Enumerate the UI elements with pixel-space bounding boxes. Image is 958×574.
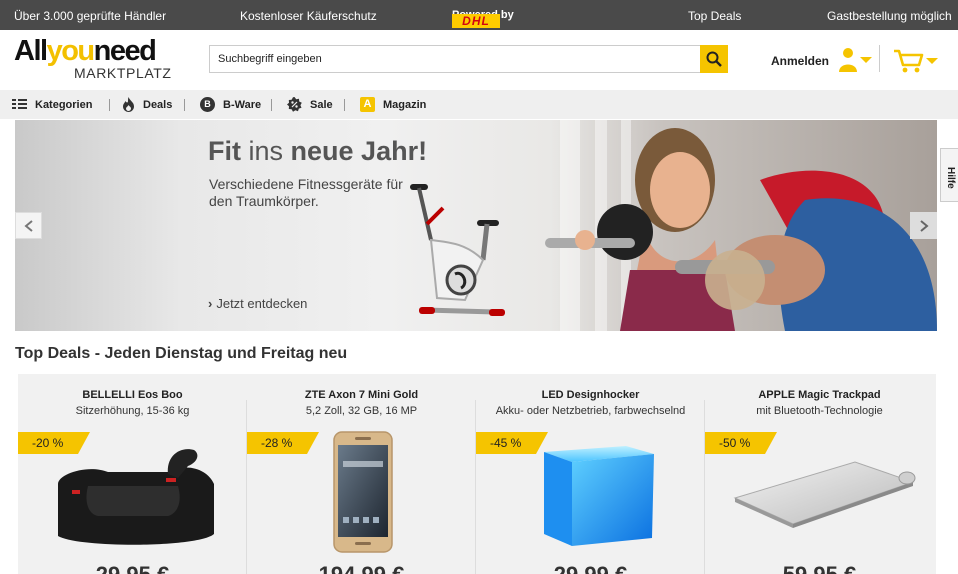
powered-by-dhl: Powered by DHL	[452, 5, 514, 29]
led-cube-image	[544, 446, 654, 546]
nav-sale[interactable]: Sale	[287, 90, 333, 119]
login-link[interactable]: Anmelden	[771, 54, 829, 68]
nav-categories[interactable]: Kategorien	[12, 90, 92, 119]
deal-description: 5,2 Zoll, 32 GB, 16 MP	[305, 405, 418, 417]
nav-deals-label: Deals	[143, 98, 173, 111]
user-icon	[839, 48, 872, 72]
deal-name: APPLE Magic Trackpad	[758, 389, 881, 401]
deal-price: 194,99 €	[247, 562, 476, 574]
deal-description: Akku- oder Netzbetrieb, farbwechselnd	[495, 405, 686, 417]
help-label: Hilfe	[945, 167, 956, 189]
nav-magazine[interactable]: A Magazin	[360, 90, 426, 119]
banner-subtitle: Verschiedene Fitnessgeräte für den Traum…	[209, 176, 403, 209]
discount-badge: -28 %	[247, 432, 319, 454]
deal-card[interactable]: ZTE Axon 7 Mini Gold 5,2 Zoll, 32 GB, 16…	[247, 374, 476, 574]
menu-grid-icon	[12, 99, 27, 110]
deal-price: 59,95 €	[705, 562, 934, 574]
top-deals-grid: BELLELLI Eos Boo Sitzerhöhung, 15-36 kg …	[18, 374, 936, 574]
dhl-logo: DHL	[452, 14, 500, 28]
discount-badge: -50 %	[705, 432, 777, 454]
top-deals-link[interactable]: Top Deals	[688, 9, 741, 23]
search-input[interactable]	[210, 46, 701, 72]
deal-card[interactable]: BELLELLI Eos Boo Sitzerhöhung, 15-36 kg …	[18, 374, 247, 574]
b-ware-icon: B	[200, 97, 215, 112]
discount-badge: -45 %	[476, 432, 548, 454]
deal-name: LED Designhocker	[541, 389, 640, 401]
logo-text-you: you	[46, 35, 96, 67]
chevron-right-icon: ›	[208, 296, 213, 311]
dealers-info: Über 3.000 geprüfte Händler	[14, 9, 167, 23]
nav-separator	[271, 99, 272, 111]
hero-banner[interactable]: Fit ins neue Jahr! Verschiedene Fitnessg…	[15, 120, 937, 331]
flame-icon	[123, 97, 134, 112]
help-tab[interactable]: Hilfe	[940, 148, 958, 202]
search-icon	[706, 51, 722, 67]
banner-title: Fit ins neue Jahr!	[208, 136, 428, 166]
deal-card[interactable]: LED Designhocker Akku- oder Netzbetrieb,…	[476, 374, 705, 574]
deal-name: BELLELLI Eos Boo	[82, 389, 183, 401]
banner-next-button[interactable]	[910, 212, 937, 239]
banner-prev-button[interactable]	[15, 212, 42, 239]
top-info-bar: Über 3.000 geprüfte Händler Kostenloser …	[0, 0, 958, 30]
deal-description: mit Bluetooth-Technologie	[756, 405, 883, 417]
deal-description: Sitzerhöhung, 15-36 kg	[75, 405, 190, 417]
nav-bware[interactable]: B B-Ware	[200, 90, 261, 119]
nav-separator	[184, 99, 185, 111]
nav-deals[interactable]: Deals	[122, 90, 172, 119]
logo-text-need: need	[93, 35, 157, 67]
header-divider	[879, 45, 880, 72]
deal-card[interactable]: APPLE Magic Trackpad mit Bluetooth-Techn…	[705, 374, 934, 574]
buyer-protection-info: Kostenloser Käuferschutz	[240, 9, 377, 23]
smartphone-image	[333, 431, 393, 553]
deal-price: 29,99 €	[476, 562, 705, 574]
nav-magazine-label: Magazin	[383, 98, 427, 111]
cart-icon	[894, 49, 938, 73]
cart-button[interactable]	[893, 48, 939, 74]
trackpad-image	[733, 461, 916, 528]
category-nav: Kategorien Deals B B-Ware Sale A Magazin	[0, 90, 958, 119]
logo-subtitle: MARKTPLATZ	[74, 65, 172, 81]
search-bar	[209, 45, 728, 73]
search-button[interactable]	[700, 45, 728, 73]
booster-seat-image	[58, 449, 214, 545]
banner-cta-link[interactable]: › Jetzt entdecken	[208, 296, 307, 311]
logo-text-all: All	[14, 35, 48, 67]
chevron-left-icon	[24, 220, 33, 232]
deal-price: 29,95 €	[18, 562, 247, 574]
nav-categories-label: Kategorien	[35, 98, 93, 111]
nav-bware-label: B-Ware	[223, 98, 262, 111]
user-account-button[interactable]	[838, 46, 874, 74]
fitness-people-image	[545, 128, 937, 331]
exercise-bike-image	[410, 184, 505, 316]
magazine-icon: A	[360, 97, 375, 112]
deal-name: ZTE Axon 7 Mini Gold	[304, 389, 419, 401]
chevron-right-icon	[920, 220, 929, 232]
nav-sale-label: Sale	[310, 98, 333, 111]
nav-separator	[109, 99, 110, 111]
top-deals-heading: Top Deals - Jeden Dienstag und Freitag n…	[15, 345, 348, 362]
sale-percent-icon	[287, 97, 302, 112]
nav-separator	[344, 99, 345, 111]
guest-order-info: Gastbestellung möglich	[827, 9, 952, 23]
site-logo[interactable]: All you need MARKTPLATZ	[14, 36, 184, 84]
